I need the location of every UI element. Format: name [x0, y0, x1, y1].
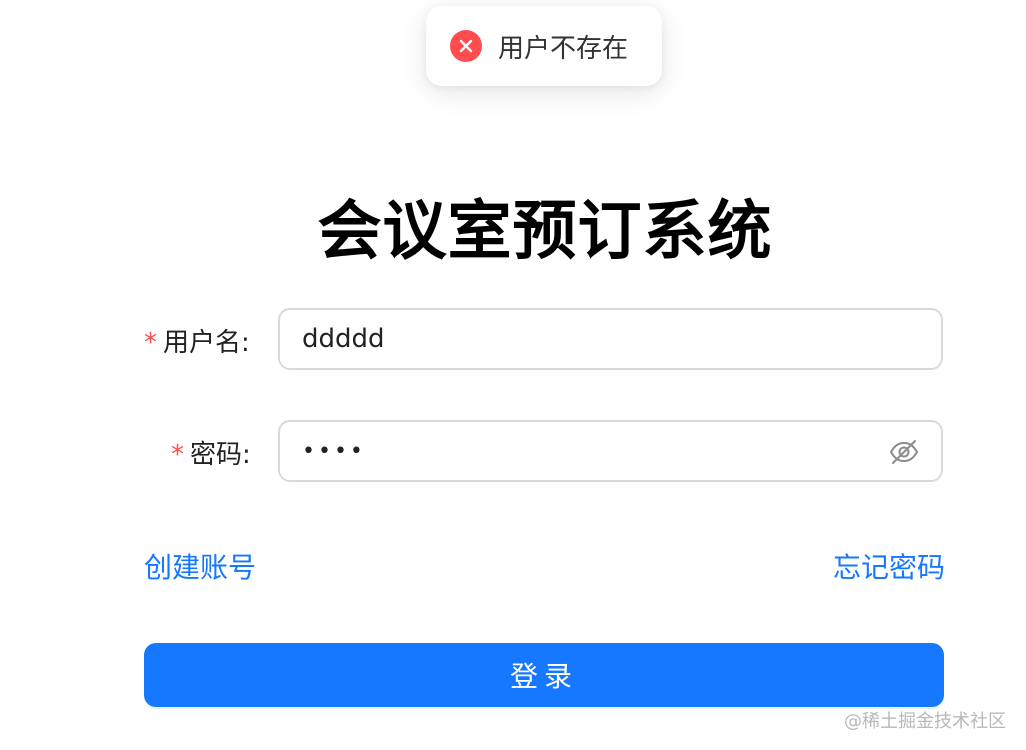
- username-field[interactable]: [278, 308, 943, 370]
- password-field[interactable]: [278, 420, 943, 482]
- password-input[interactable]: [302, 438, 862, 464]
- toast-message: 用户不存在: [498, 33, 629, 64]
- required-mark: *: [171, 440, 184, 470]
- username-input[interactable]: [302, 324, 862, 354]
- create-account-link[interactable]: 创建账号: [144, 546, 256, 586]
- required-mark: *: [144, 328, 157, 358]
- login-button[interactable]: 登录: [144, 643, 944, 707]
- password-label-text: 密码:: [190, 440, 251, 470]
- username-label-text: 用户名:: [163, 328, 250, 358]
- eye-invisible-icon[interactable]: [889, 439, 919, 465]
- forgot-password-link[interactable]: 忘记密码: [833, 546, 945, 586]
- error-toast: 用户不存在: [426, 6, 662, 86]
- close-circle-icon: [450, 30, 482, 62]
- password-label: * 密码:: [171, 434, 251, 471]
- username-label: * 用户名:: [144, 322, 250, 359]
- watermark: @稀土掘金技术社区: [844, 711, 1006, 732]
- login-page: 用户不存在 会议室预订系统 *用户名: *密码: 创建账号 忘记密码 登录 @稀…: [0, 0, 1026, 750]
- page-title: 会议室预订系统: [317, 195, 773, 269]
